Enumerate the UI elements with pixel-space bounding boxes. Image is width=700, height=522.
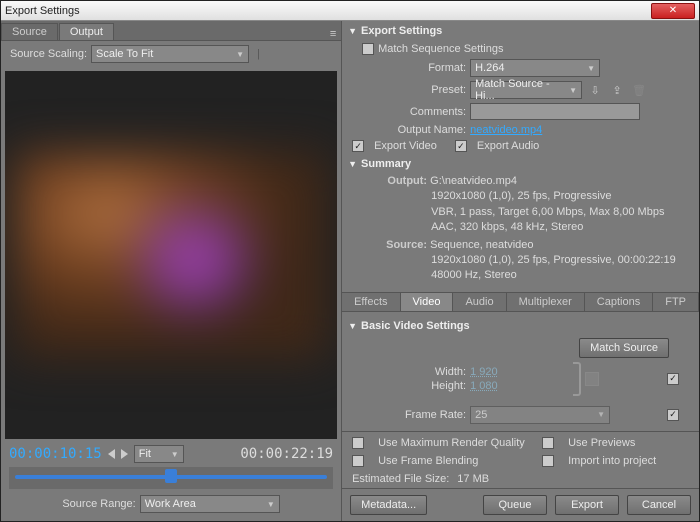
basic-video-header[interactable]: ▼ Basic Video Settings bbox=[342, 316, 699, 336]
chevron-down-icon: ▼ bbox=[171, 450, 179, 459]
width-value[interactable]: 1 920 bbox=[470, 366, 498, 378]
playhead-icon[interactable] bbox=[165, 469, 177, 483]
import-project-label: Import into project bbox=[568, 455, 656, 467]
disclosure-triangle-icon: ▼ bbox=[348, 26, 357, 36]
height-value[interactable]: 1 080 bbox=[470, 380, 498, 392]
preset-dropdown[interactable]: Match Source - Hi...▼ bbox=[470, 81, 582, 99]
frame-rate-dropdown[interactable]: 25▼ bbox=[470, 406, 610, 424]
match-sequence-label: Match Sequence Settings bbox=[378, 43, 503, 55]
next-frame-icon[interactable] bbox=[121, 449, 128, 459]
tab-source[interactable]: Source bbox=[1, 23, 58, 40]
max-quality-label: Use Maximum Render Quality bbox=[378, 437, 528, 449]
delete-preset-icon[interactable]: 🗑 bbox=[630, 81, 648, 99]
prev-frame-icon[interactable] bbox=[108, 449, 115, 459]
preset-label: Preset: bbox=[348, 84, 466, 96]
export-audio-label: Export Audio bbox=[477, 140, 539, 152]
video-preview[interactable] bbox=[5, 71, 337, 439]
match-source-button[interactable]: Match Source bbox=[579, 338, 669, 358]
export-video-checkbox[interactable]: ✓ bbox=[352, 140, 364, 152]
summary-source: Source: Sequence, neatvideo 1920x1080 (1… bbox=[342, 238, 699, 286]
chevron-down-icon: ▼ bbox=[569, 86, 577, 95]
source-range-label: Source Range: bbox=[62, 498, 135, 510]
preview-tabs: Source Output ≡ bbox=[1, 21, 341, 41]
tab-output[interactable]: Output bbox=[59, 23, 114, 40]
max-quality-checkbox[interactable] bbox=[352, 437, 364, 449]
preview-frame bbox=[15, 151, 327, 359]
height-label: Height: bbox=[348, 380, 466, 392]
disclosure-triangle-icon: ▼ bbox=[348, 159, 357, 169]
preview-pane: Source Output ≡ Source Scaling: Scale To… bbox=[1, 21, 342, 521]
dimensions-match-checkbox[interactable]: ✓ bbox=[667, 373, 679, 385]
titlebar: Export Settings ✕ bbox=[1, 1, 699, 21]
chevron-down-icon: ▼ bbox=[236, 50, 244, 59]
settings-pane: ▼ Export Settings Match Sequence Setting… bbox=[342, 21, 699, 521]
link-dimensions-toggle[interactable] bbox=[585, 372, 599, 386]
import-project-checkbox[interactable] bbox=[542, 455, 554, 467]
use-previews-checkbox[interactable] bbox=[542, 437, 554, 449]
dialog-buttons: Metadata... Queue Export Cancel bbox=[342, 488, 699, 521]
format-dropdown[interactable]: H.264▼ bbox=[470, 59, 600, 77]
source-range-dropdown[interactable]: Work Area▼ bbox=[140, 495, 280, 513]
export-button[interactable]: Export bbox=[555, 495, 619, 515]
export-video-label: Export Video bbox=[374, 140, 437, 152]
summary-output: Output: G:\neatvideo.mp4 1920x1080 (1,0)… bbox=[342, 174, 699, 238]
frame-rate-match-checkbox[interactable]: ✓ bbox=[667, 409, 679, 421]
export-audio-checkbox[interactable]: ✓ bbox=[455, 140, 467, 152]
tab-ftp[interactable]: FTP bbox=[653, 293, 699, 311]
width-label: Width: bbox=[348, 366, 466, 378]
disclosure-triangle-icon: ▼ bbox=[348, 321, 357, 331]
source-scaling-dropdown[interactable]: Scale To Fit▼ bbox=[91, 45, 249, 63]
chevron-down-icon: ▼ bbox=[267, 500, 275, 509]
output-name-link[interactable]: neatvideo.mp4 bbox=[470, 124, 542, 136]
timecode-in[interactable]: 00:00:10:15 bbox=[9, 446, 102, 462]
tab-audio[interactable]: Audio bbox=[453, 293, 506, 311]
estimated-size-value: 17 MB bbox=[457, 473, 489, 485]
comments-input[interactable] bbox=[470, 103, 640, 120]
source-scaling-label: Source Scaling: bbox=[7, 48, 87, 60]
use-previews-label: Use Previews bbox=[568, 437, 635, 449]
tab-multiplexer[interactable]: Multiplexer bbox=[507, 293, 585, 311]
format-label: Format: bbox=[348, 62, 466, 74]
frame-blending-label: Use Frame Blending bbox=[378, 455, 528, 467]
save-preset-icon[interactable]: ⇩ bbox=[586, 81, 604, 99]
summary-header[interactable]: ▼ Summary bbox=[342, 154, 699, 174]
chevron-down-icon: ▼ bbox=[597, 410, 605, 419]
metadata-button[interactable]: Metadata... bbox=[350, 495, 427, 515]
estimated-size-label: Estimated File Size: bbox=[352, 473, 449, 485]
link-bracket-icon bbox=[573, 362, 581, 396]
tab-video[interactable]: Video bbox=[401, 293, 454, 311]
timeline[interactable] bbox=[9, 467, 333, 489]
queue-button[interactable]: Queue bbox=[483, 495, 547, 515]
window-title: Export Settings bbox=[5, 5, 651, 17]
timecode-row: 00:00:10:15 Fit▼ 00:00:22:19 bbox=[1, 443, 341, 465]
match-sequence-checkbox[interactable] bbox=[362, 43, 374, 55]
output-name-label: Output Name: bbox=[348, 124, 466, 136]
comments-label: Comments: bbox=[348, 106, 466, 118]
export-settings-window: Export Settings ✕ Source Output ≡ Source… bbox=[0, 0, 700, 522]
frame-blending-checkbox[interactable] bbox=[352, 455, 364, 467]
frame-rate-label: Frame Rate: bbox=[348, 409, 466, 421]
tab-captions[interactable]: Captions bbox=[585, 293, 653, 311]
panel-menu-icon[interactable]: ≡ bbox=[325, 28, 341, 40]
zoom-fit-dropdown[interactable]: Fit▼ bbox=[134, 445, 184, 463]
export-settings-header[interactable]: ▼ Export Settings bbox=[342, 21, 699, 41]
close-button[interactable]: ✕ bbox=[651, 3, 695, 19]
timecode-out: 00:00:22:19 bbox=[240, 446, 333, 462]
import-preset-icon[interactable]: ⇪ bbox=[608, 81, 626, 99]
cancel-button[interactable]: Cancel bbox=[627, 495, 691, 515]
detail-tabs: Effects Video Audio Multiplexer Captions… bbox=[342, 292, 699, 312]
divider: | bbox=[257, 48, 260, 60]
tab-effects[interactable]: Effects bbox=[342, 293, 400, 311]
chevron-down-icon: ▼ bbox=[587, 64, 595, 73]
